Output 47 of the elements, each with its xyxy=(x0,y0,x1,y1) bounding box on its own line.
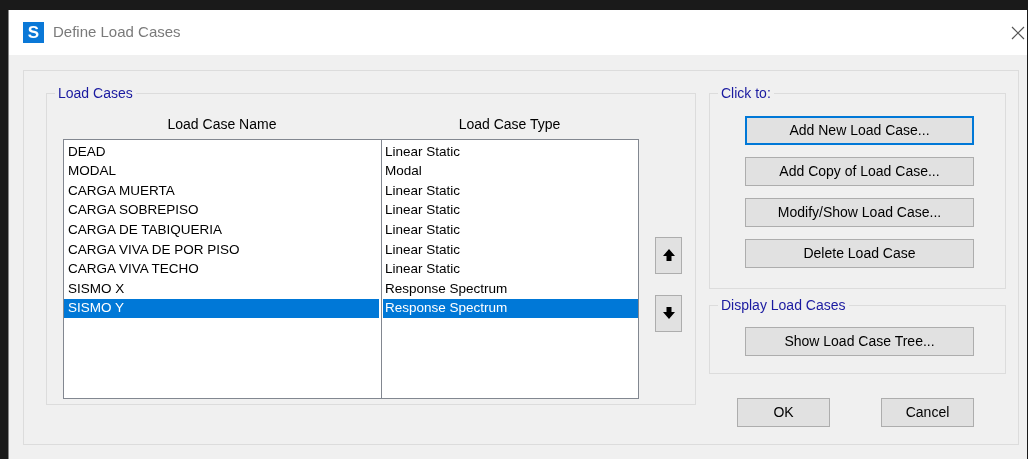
case-name: CARGA VIVA DE POR PISO xyxy=(67,240,241,259)
group-label: Display Load Cases xyxy=(718,297,849,313)
case-name: MODAL xyxy=(67,162,117,181)
case-type: Linear Static xyxy=(384,260,461,279)
list-row[interactable]: DEAD Linear Static xyxy=(64,142,638,162)
move-up-button[interactable] xyxy=(655,236,682,274)
up-arrow-icon xyxy=(661,248,676,262)
group-label: Click to: xyxy=(718,85,774,101)
list-row[interactable]: SISMO X Response Spectrum xyxy=(64,279,638,299)
case-type: Response Spectrum xyxy=(384,279,508,298)
list-row[interactable]: CARGA DE TABIQUERIA Linear Static xyxy=(64,220,638,240)
case-type: Linear Static xyxy=(384,142,461,161)
case-type: Linear Static xyxy=(384,221,461,240)
action-button[interactable]: Add New Load Case... xyxy=(745,116,974,145)
list-row[interactable]: CARGA SOBREPISO Linear Static xyxy=(64,200,638,221)
action-button[interactable]: Modify/Show Load Case... xyxy=(745,198,974,227)
action-button[interactable]: Delete Load Case xyxy=(745,239,974,268)
list-row[interactable]: CARGA MUERTA Linear Static xyxy=(64,181,638,201)
list-row[interactable]: MODAL Modal xyxy=(64,161,638,182)
list-row[interactable]: SISMO Y Response Spectrum xyxy=(64,298,638,319)
load-case-list[interactable] xyxy=(63,139,639,399)
case-name: SISMO Y xyxy=(67,299,126,318)
list-row[interactable]: CARGA VIVA TECHO Linear Static xyxy=(64,259,638,280)
case-name: CARGA MUERTA xyxy=(67,181,176,200)
case-name: CARGA VIVA TECHO xyxy=(67,260,200,279)
move-down-button[interactable] xyxy=(655,294,682,332)
case-name: SISMO X xyxy=(67,279,126,298)
case-type: Modal xyxy=(384,162,422,181)
list-row[interactable]: CARGA VIVA DE POR PISO Linear Static xyxy=(64,239,638,260)
case-type: Linear Static xyxy=(384,240,461,259)
window-title: Define Load Cases xyxy=(53,22,181,43)
case-type: Response Spectrum xyxy=(384,299,508,318)
group-label: Load Cases xyxy=(55,85,136,101)
down-arrow-icon xyxy=(661,306,676,320)
ok-button[interactable]: OK xyxy=(737,398,830,427)
case-type: Linear Static xyxy=(384,201,461,220)
case-name: CARGA SOBREPISO xyxy=(67,201,200,220)
action-button[interactable]: Add Copy of Load Case... xyxy=(745,157,974,186)
column-header: Load Case Type xyxy=(457,115,562,134)
close-icon[interactable] xyxy=(1011,25,1025,40)
show-tree-button[interactable]: Show Load Case Tree... xyxy=(745,327,974,356)
case-type: Linear Static xyxy=(384,181,461,200)
case-name: DEAD xyxy=(67,142,107,161)
app-logo-icon: S xyxy=(23,22,44,43)
cancel-button[interactable]: Cancel xyxy=(881,398,974,427)
column-header: Load Case Name xyxy=(166,115,278,134)
case-name: CARGA DE TABIQUERIA xyxy=(67,221,224,240)
